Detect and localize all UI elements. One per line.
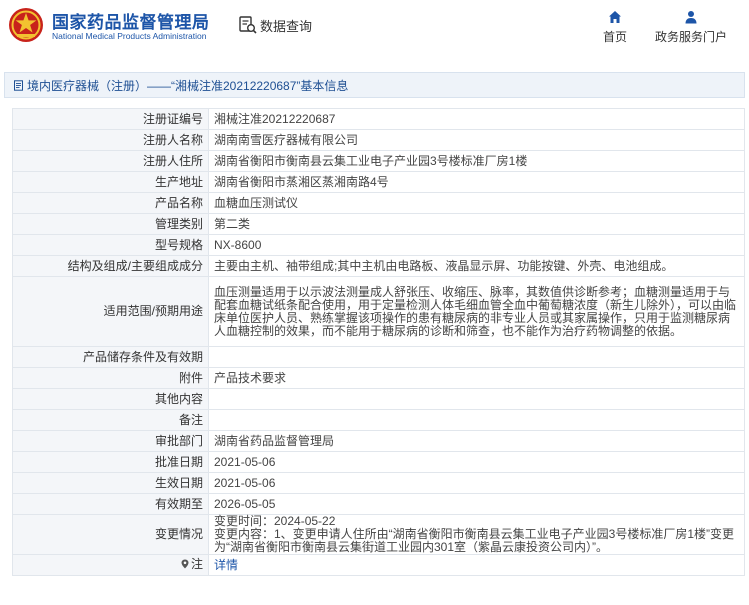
field-value: 产品技术要求: [208, 367, 745, 389]
field-label: 生产地址: [12, 171, 209, 193]
record-title: 境内医疗器械（注册）——“湘械注准20212220687”基本信息: [27, 78, 349, 93]
nav-home-label: 首页: [602, 30, 627, 44]
table-row: 注册人住所 湖南省衡阳市衡南县云集工业电子产业园3号楼标准厂房1楼: [12, 150, 745, 172]
field-value: [208, 346, 745, 368]
table-row: 产品名称 血糖血压测试仪: [12, 192, 745, 214]
device-info-table: 注册证编号 湘械注准20212220687 注册人名称 湖南南雪医疗器械有限公司…: [12, 108, 745, 576]
field-value: 血压测量适用于以示波法测量成人舒张压、收缩压、脉率，其数值供诊断参考；血糖测量适…: [208, 276, 745, 347]
note-label: 注: [180, 556, 203, 571]
org-name-cn[interactable]: 国家药品监督管理局: [52, 8, 210, 33]
field-value: 2026-05-05: [208, 493, 745, 515]
field-label: 附件: [12, 367, 209, 389]
table-row: 注册人名称 湖南南雪医疗器械有限公司: [12, 129, 745, 151]
data-query-label: 数据查询: [260, 18, 313, 34]
details-link[interactable]: 详情: [214, 558, 238, 572]
field-label: 审批部门: [12, 430, 209, 452]
field-label: 生效日期: [12, 472, 209, 494]
field-label: 适用范围/预期用途: [12, 276, 209, 347]
nav-gov-services[interactable]: 政务服务门户: [652, 10, 730, 45]
table-row: 适用范围/预期用途 血压测量适用于以示波法测量成人舒张压、收缩压、脉率，其数值供…: [12, 276, 745, 347]
table-row: 备注: [12, 409, 745, 431]
field-label: 变更情况: [12, 514, 209, 555]
field-value: 湘械注准20212220687: [208, 108, 745, 130]
field-value: [208, 409, 745, 431]
data-search-icon: [239, 16, 257, 34]
field-value: 第二类: [208, 213, 745, 235]
data-query-link[interactable]: 数据查询: [238, 14, 312, 36]
change-details-text: 变更时间：2024-05-22 变更内容：1、变更申请人住所由“湖南省衡阳市衡南…: [214, 514, 735, 554]
field-value: 2021-05-06: [208, 472, 745, 494]
field-value: 湖南南雪医疗器械有限公司: [208, 129, 745, 151]
table-row: 变更情况 变更时间：2024-05-22 变更内容：1、变更申请人住所由“湖南省…: [12, 514, 745, 555]
field-value: 血糖血压测试仪: [208, 192, 745, 214]
field-label: 注册人住所: [12, 150, 209, 172]
field-value: 湖南省药品监督管理局: [208, 430, 745, 452]
org-name-en[interactable]: National Medical Products Administration: [52, 31, 207, 41]
note-label-cell: 注: [12, 554, 209, 576]
table-row: 审批部门 湖南省药品监督管理局: [12, 430, 745, 452]
table-row: 其他内容: [12, 388, 745, 410]
nav-gov-label: 政务服务门户: [654, 30, 727, 44]
field-value: 湖南省衡阳市蒸湘区蒸湘南路4号: [208, 171, 745, 193]
field-label: 其他内容: [12, 388, 209, 410]
table-row: 管理类别 第二类: [12, 213, 745, 235]
table-row: 批准日期 2021-05-06: [12, 451, 745, 473]
home-icon: [609, 11, 621, 23]
field-value: 2021-05-06: [208, 451, 745, 473]
table-row: 注册证编号 湘械注准20212220687: [12, 108, 745, 130]
table-row: 生效日期 2021-05-06: [12, 472, 745, 494]
field-value: 详情: [208, 554, 745, 576]
note-label-text: 注: [190, 556, 203, 571]
table-row: 型号规格 NX-8600: [12, 234, 745, 256]
user-icon: [685, 11, 697, 24]
field-label: 型号规格: [12, 234, 209, 256]
field-label: 备注: [12, 409, 209, 431]
field-label: 产品名称: [12, 192, 209, 214]
field-value: NX-8600: [208, 234, 745, 256]
table-row: 生产地址 湖南省衡阳市蒸湘区蒸湘南路4号: [12, 171, 745, 193]
field-label: 管理类别: [12, 213, 209, 235]
field-label: 注册人名称: [12, 129, 209, 151]
table-row: 结构及组成/主要组成成分 主要由主机、袖带组成;其中主机由电路板、液晶显示屏、功…: [12, 255, 745, 277]
field-value: 主要由主机、袖带组成;其中主机由电路板、液晶显示屏、功能按键、外壳、电池组成。: [208, 255, 745, 277]
field-label: 有效期至: [12, 493, 209, 515]
document-icon: [14, 79, 23, 91]
change-details-value: 变更时间：2024-05-22 变更内容：1、变更申请人住所由“湖南省衡阳市衡南…: [208, 514, 745, 555]
table-row: 附件 产品技术要求: [12, 367, 745, 389]
site-header: 国家药品监督管理局 National Medical Products Admi…: [0, 0, 749, 60]
field-label: 结构及组成/主要组成成分: [12, 255, 209, 277]
field-label: 批准日期: [12, 451, 209, 473]
table-row: 有效期至 2026-05-05: [12, 493, 745, 515]
table-row: 注 详情: [12, 554, 745, 576]
emblem-logo-icon[interactable]: [8, 7, 44, 43]
field-value: 湖南省衡阳市衡南县云集工业电子产业园3号楼标准厂房1楼: [208, 150, 745, 172]
table-row: 产品储存条件及有效期: [12, 346, 745, 368]
nav-home[interactable]: 首页: [598, 10, 632, 45]
field-label: 产品储存条件及有效期: [12, 346, 209, 368]
field-label: 注册证编号: [12, 108, 209, 130]
location-pin-icon: [181, 559, 189, 569]
record-title-bar: 境内医疗器械（注册）——“湘械注准20212220687”基本信息: [4, 72, 745, 98]
field-value: [208, 388, 745, 410]
